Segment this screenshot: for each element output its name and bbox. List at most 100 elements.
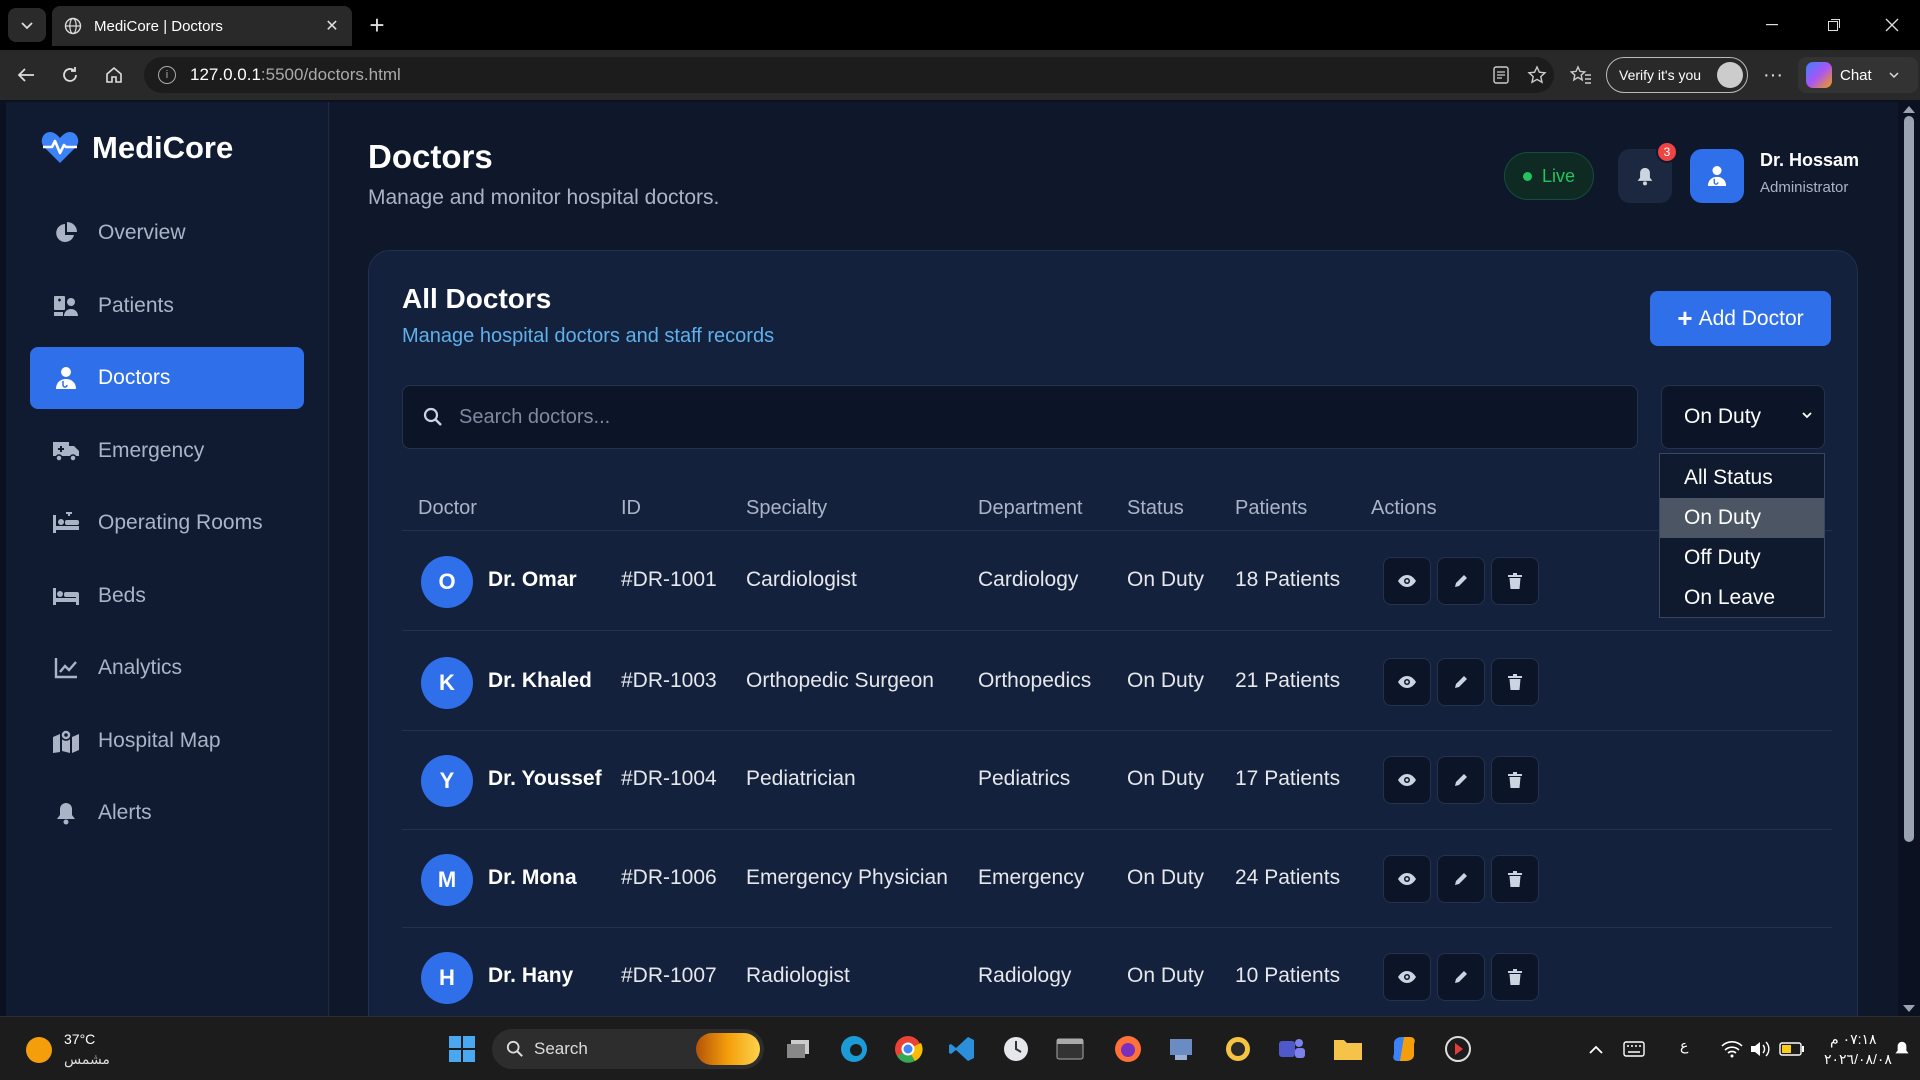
task-view-icon[interactable] [780,1031,816,1067]
status-option-off-duty[interactable]: Off Duty [1660,538,1824,578]
eye-icon [1398,774,1416,786]
keyboard-icon[interactable] [1616,1031,1652,1067]
favorites-icon[interactable] [1566,60,1596,90]
input-language[interactable]: ع [1680,1037,1688,1054]
edge-browser-icon[interactable] [836,1031,872,1067]
view-button[interactable] [1383,557,1431,605]
delete-button[interactable] [1491,657,1539,706]
card-subtitle: Manage hospital doctors and staff record… [402,325,775,347]
battery-icon[interactable] [1774,1031,1810,1067]
taskbar-date[interactable]: ٢٠٢٦/٠٨/٠٨ [1824,1051,1892,1068]
tab-list-button[interactable] [8,8,46,42]
vpn-shield-icon[interactable] [1220,1031,1256,1067]
status-option-all[interactable]: All Status [1660,458,1824,498]
view-button[interactable] [1383,953,1431,1001]
doctor-id: #DR-1006 [621,865,717,889]
sidebar-item-analytics[interactable]: Analytics [30,637,304,699]
brand[interactable]: MediCore [40,130,233,166]
sidebar-item-alerts[interactable]: Alerts [30,782,304,844]
edit-button[interactable] [1437,756,1485,804]
home-button[interactable] [98,60,130,90]
edit-button[interactable] [1437,953,1485,1001]
column-header-department: Department [978,497,1083,519]
sidebar-item-patients[interactable]: Patients [30,275,304,337]
view-button[interactable] [1383,854,1431,903]
network-app-icon[interactable] [1164,1031,1200,1067]
back-button[interactable] [10,60,42,90]
sidebar-item-operating-rooms[interactable]: Operating Rooms [30,492,304,554]
view-button[interactable] [1383,657,1431,706]
sidebar-item-hospital-map[interactable]: Hospital Map [30,710,304,772]
vscode-icon[interactable] [944,1031,980,1067]
notification-center-icon[interactable] [1884,1031,1920,1067]
taskbar-search[interactable]: Search [492,1029,764,1069]
url-host: 127.0.0.1 [190,65,261,84]
browser-tab[interactable]: MediCore | Doctors ✕ [52,6,352,46]
sidebar-item-overview[interactable]: Overview [30,202,304,264]
page-scrollbar[interactable] [1898,102,1920,1016]
sidebar-item-doctors[interactable]: Doctors [30,347,304,409]
brand-name: MediCore [92,130,234,165]
add-doctor-button[interactable]: + Add Doctor [1650,291,1831,346]
verify-profile-button[interactable]: Verify it's you [1606,57,1748,93]
status-option-on-duty[interactable]: On Duty [1660,498,1824,538]
windows-start-icon[interactable] [444,1031,480,1067]
sidebar-item-label: Analytics [98,656,183,679]
firefox-icon[interactable] [1110,1031,1146,1067]
reload-button[interactable] [54,60,86,90]
notifications-button[interactable]: 3 [1618,141,1678,203]
favorite-star-icon[interactable] [1522,60,1552,90]
more-options-icon[interactable]: ··· [1758,60,1788,90]
teams-icon[interactable] [1274,1031,1310,1067]
reader-view-icon[interactable] [1486,60,1516,90]
scrollbar-thumb[interactable] [1904,116,1914,842]
delete-button[interactable] [1491,953,1539,1001]
view-button[interactable] [1383,756,1431,804]
edit-button[interactable] [1437,854,1485,903]
copilot-chat-button[interactable]: Chat [1798,57,1918,93]
delete-button[interactable] [1491,854,1539,903]
close-window-button[interactable] [1864,0,1920,50]
scroll-up-arrow-icon[interactable] [1903,106,1915,113]
doctors-card: All Doctors Manage hospital doctors and … [368,250,1858,1016]
clock-app-icon[interactable] [998,1031,1034,1067]
edit-button[interactable] [1437,557,1485,605]
scroll-down-arrow-icon[interactable] [1903,1005,1915,1012]
file-explorer-icon[interactable] [1330,1031,1366,1067]
page-subtitle: Manage and monitor hospital doctors. [368,186,720,209]
taskbar-time[interactable]: ٠٧:١٨ م [1830,1031,1877,1048]
restore-button[interactable] [1806,0,1862,50]
site-info-icon[interactable]: i [158,66,176,84]
delete-button[interactable] [1491,557,1539,605]
eye-icon [1398,675,1416,688]
new-tab-button[interactable]: + [362,10,392,40]
arrow-left-icon [17,68,34,82]
status-option-on-leave[interactable]: On Leave [1660,578,1824,618]
home-icon [106,66,122,83]
column-header-id: ID [621,497,641,519]
delete-button[interactable] [1491,756,1539,804]
procedures-icon [52,509,80,537]
taskbar-search-label: Search [534,1039,588,1058]
doctor-specialty: Orthopedic Surgeon [746,668,934,692]
volume-icon[interactable] [1742,1031,1778,1067]
doctor-patients: 24 Patients [1235,865,1341,889]
chrome-icon[interactable] [890,1031,926,1067]
minimize-button[interactable] [1744,0,1800,50]
tab-close-icon[interactable]: ✕ [322,16,342,36]
media-player-icon[interactable] [1440,1031,1476,1067]
table-row: K Dr. Khaled #DR-1003 Orthopedic Surgeon… [402,633,1832,731]
sidebar-item-beds[interactable]: Beds [30,565,304,627]
edit-button[interactable] [1437,657,1485,706]
chevron-up-icon[interactable] [1578,1031,1614,1067]
doctor-department: Orthopedics [978,668,1092,692]
copilot-icon[interactable] [1386,1031,1422,1067]
bell-icon [52,799,80,827]
sun-icon[interactable] [26,1037,52,1063]
terminal-icon[interactable] [1052,1031,1088,1067]
sidebar-item-label: Doctors [98,366,171,389]
search-input[interactable] [459,405,1559,429]
user-avatar[interactable] [1690,149,1744,203]
url-field[interactable]: i 127.0.0.1:5500/doctors.html [144,57,1554,93]
sidebar-item-emergency[interactable]: Emergency [30,420,304,482]
